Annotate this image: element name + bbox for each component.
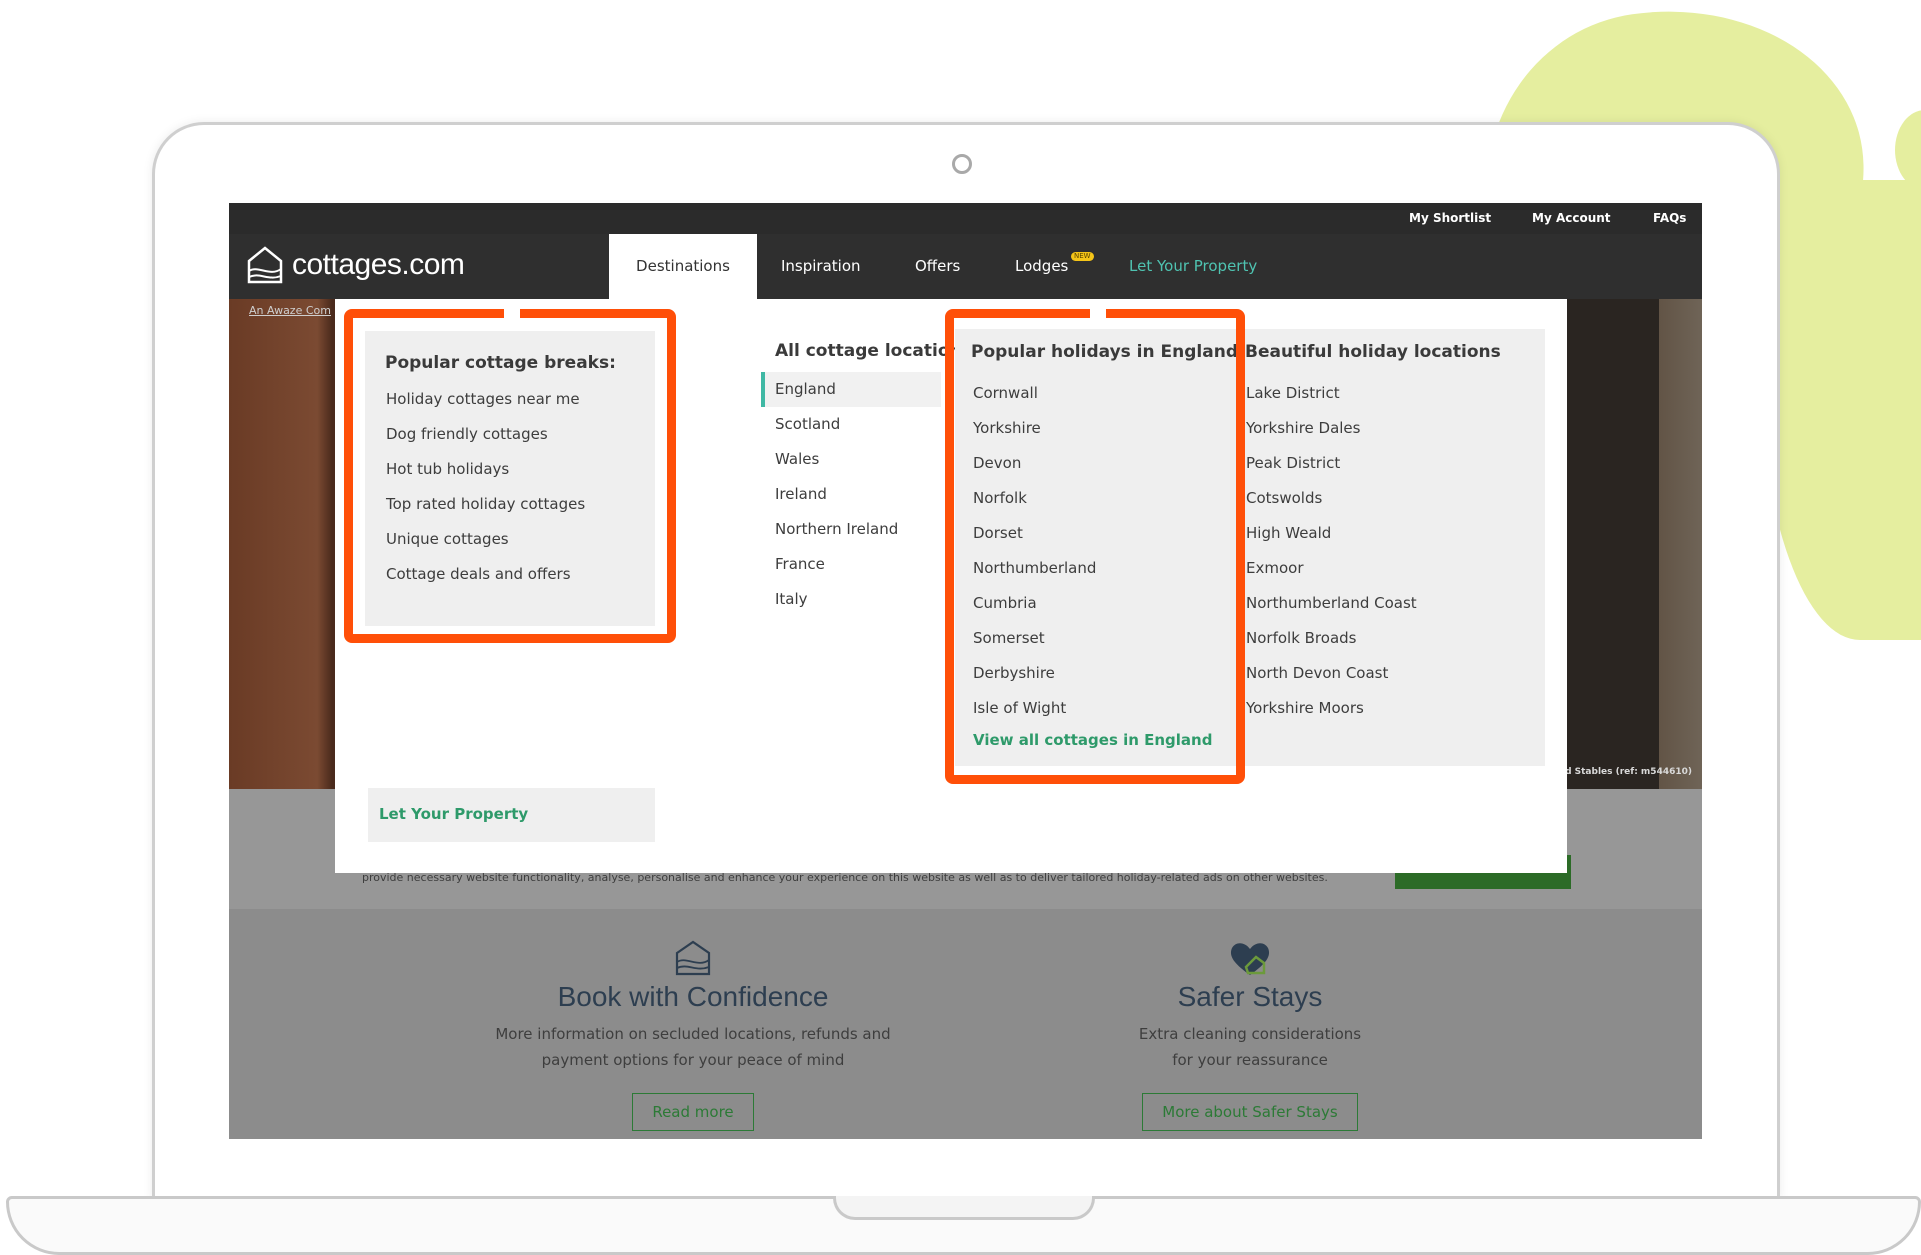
highlight-gap <box>1090 309 1106 320</box>
tab-offers[interactable]: Offers <box>915 234 960 299</box>
location-item-scotland[interactable]: Scotland <box>761 407 941 442</box>
locations-list: England Scotland Wales Ireland Northern … <box>761 372 961 632</box>
laptop-notch <box>833 1196 1095 1220</box>
cottage-logo-icon <box>247 246 283 284</box>
book-with-confidence: Book with Confidence More information on… <box>443 939 943 1131</box>
beautiful-locations-title: Beautiful holiday locations <box>1245 342 1501 362</box>
utility-bar: My Shortlist My Account FAQs <box>229 203 1702 234</box>
tab-inspiration[interactable]: Inspiration <box>781 234 861 299</box>
beautiful-location-link[interactable]: Cotswolds <box>1246 489 1322 507</box>
beautiful-location-link[interactable]: Peak District <box>1246 454 1340 472</box>
highlight-gap <box>504 309 520 320</box>
beautiful-location-link[interactable]: Yorkshire Dales <box>1246 419 1360 437</box>
heart-house-icon <box>1230 943 1270 975</box>
feature-title: Book with Confidence <box>557 981 829 1012</box>
tab-lodges[interactable]: Lodges NEW <box>1015 234 1094 299</box>
read-more-button[interactable]: Read more <box>632 1093 754 1131</box>
beautiful-location-link[interactable]: Lake District <box>1246 384 1340 402</box>
location-item-wales[interactable]: Wales <box>761 442 941 477</box>
site-logo[interactable]: cottages.com <box>246 243 465 287</box>
faqs-link[interactable]: FAQs <box>1653 203 1686 234</box>
awaze-link[interactable]: An Awaze Com <box>249 304 331 317</box>
tab-let-your-property[interactable]: Let Your Property <box>1129 234 1257 299</box>
beautiful-location-link[interactable]: Yorkshire Moors <box>1246 699 1364 717</box>
beautiful-locations-list: Lake District Yorkshire Dales Peak Distr… <box>1246 383 1417 733</box>
decorative-blob <box>1760 180 1921 640</box>
beautiful-location-link[interactable]: High Weald <box>1246 524 1331 542</box>
tab-lodges-label: Lodges <box>1015 257 1069 275</box>
beautiful-location-link[interactable]: Exmoor <box>1246 559 1304 577</box>
safer-stays: Safer Stays Extra cleaning consideration… <box>1000 939 1500 1131</box>
tab-destinations[interactable]: Destinations <box>609 234 757 299</box>
laptop-camera <box>952 154 972 174</box>
house-icon <box>675 940 711 976</box>
location-item-italy[interactable]: Italy <box>761 582 941 617</box>
new-badge: NEW <box>1071 252 1094 261</box>
location-item-france[interactable]: France <box>761 547 941 582</box>
my-account-link[interactable]: My Account <box>1532 203 1611 234</box>
beautiful-location-link[interactable]: Norfolk Broads <box>1246 629 1356 647</box>
beautiful-location-link[interactable]: North Devon Coast <box>1246 664 1388 682</box>
my-shortlist-link[interactable]: My Shortlist <box>1409 203 1491 234</box>
beautiful-location-link[interactable]: Northumberland Coast <box>1246 594 1417 612</box>
logo-text: cottages.com <box>292 248 465 281</box>
highlight-box-popular-breaks <box>344 309 676 643</box>
location-item-northern-ireland[interactable]: Northern Ireland <box>761 512 941 547</box>
location-item-ireland[interactable]: Ireland <box>761 477 941 512</box>
decorative-blob <box>1895 110 1921 190</box>
location-item-england[interactable]: England <box>761 372 941 407</box>
highlight-box-england <box>945 309 1245 784</box>
feature-description: More information on secluded locations, … <box>495 1025 891 1069</box>
main-navigation: cottages.com Destinations Inspiration Of… <box>229 234 1702 299</box>
locations-title: All cottage locations <box>775 341 972 361</box>
let-your-property-link[interactable]: Let Your Property <box>379 805 528 823</box>
website-screen: My Shortlist My Account FAQs cottages.co… <box>229 203 1702 1139</box>
hero-caption: eld Stables (ref: m544610) <box>1555 767 1692 777</box>
more-about-safer-stays-button[interactable]: More about Safer Stays <box>1142 1093 1358 1131</box>
feature-description: Extra cleaning considerations for your re… <box>1138 1025 1362 1069</box>
feature-title: Safer Stays <box>1177 981 1323 1012</box>
